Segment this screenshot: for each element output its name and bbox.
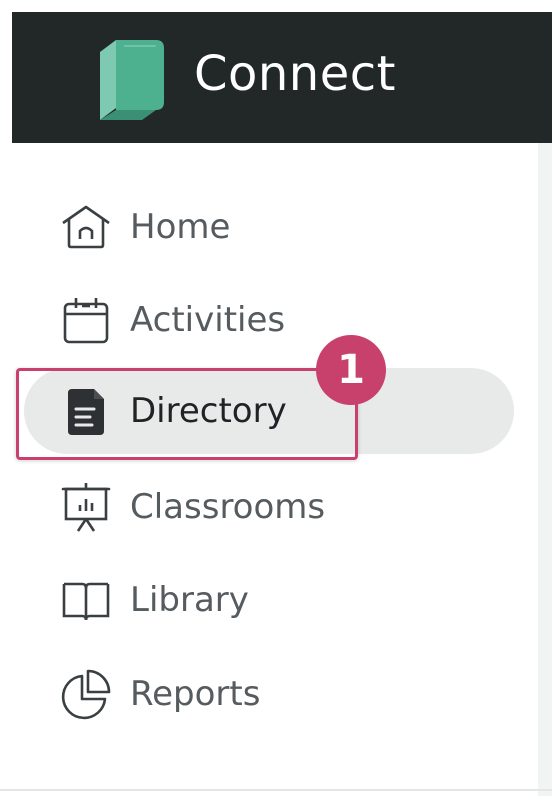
app-header: Connect bbox=[12, 12, 552, 143]
directory-highlight-box bbox=[16, 368, 358, 460]
book-logo-icon[interactable] bbox=[94, 32, 170, 122]
sidebar-item-library[interactable]: Library bbox=[24, 557, 514, 643]
pie-chart-icon bbox=[60, 668, 112, 720]
top-edge bbox=[0, 0, 552, 12]
sidebar-item-label: Classrooms bbox=[130, 487, 326, 527]
page: Connect Home Activities Directory Classr… bbox=[0, 0, 552, 796]
sidebar-item-reports[interactable]: Reports bbox=[24, 651, 514, 737]
content-edge bbox=[538, 143, 552, 796]
sidebar-item-activities[interactable]: Activities bbox=[24, 277, 514, 363]
presentation-board-icon bbox=[60, 481, 112, 533]
sidebar-item-label: Activities bbox=[130, 300, 286, 340]
step-badge: 1 bbox=[316, 335, 386, 405]
calendar-icon bbox=[60, 294, 112, 346]
app-title[interactable]: Connect bbox=[194, 50, 396, 98]
open-book-icon bbox=[60, 574, 112, 626]
sidebar-item-classrooms[interactable]: Classrooms bbox=[24, 464, 514, 550]
sidebar-item-label: Library bbox=[130, 580, 249, 620]
sidebar-item-home[interactable]: Home bbox=[24, 184, 514, 270]
sidebar-item-label: Reports bbox=[130, 674, 261, 714]
home-icon bbox=[60, 201, 112, 253]
bottom-divider bbox=[0, 789, 552, 791]
sidebar-item-label: Home bbox=[130, 207, 231, 247]
